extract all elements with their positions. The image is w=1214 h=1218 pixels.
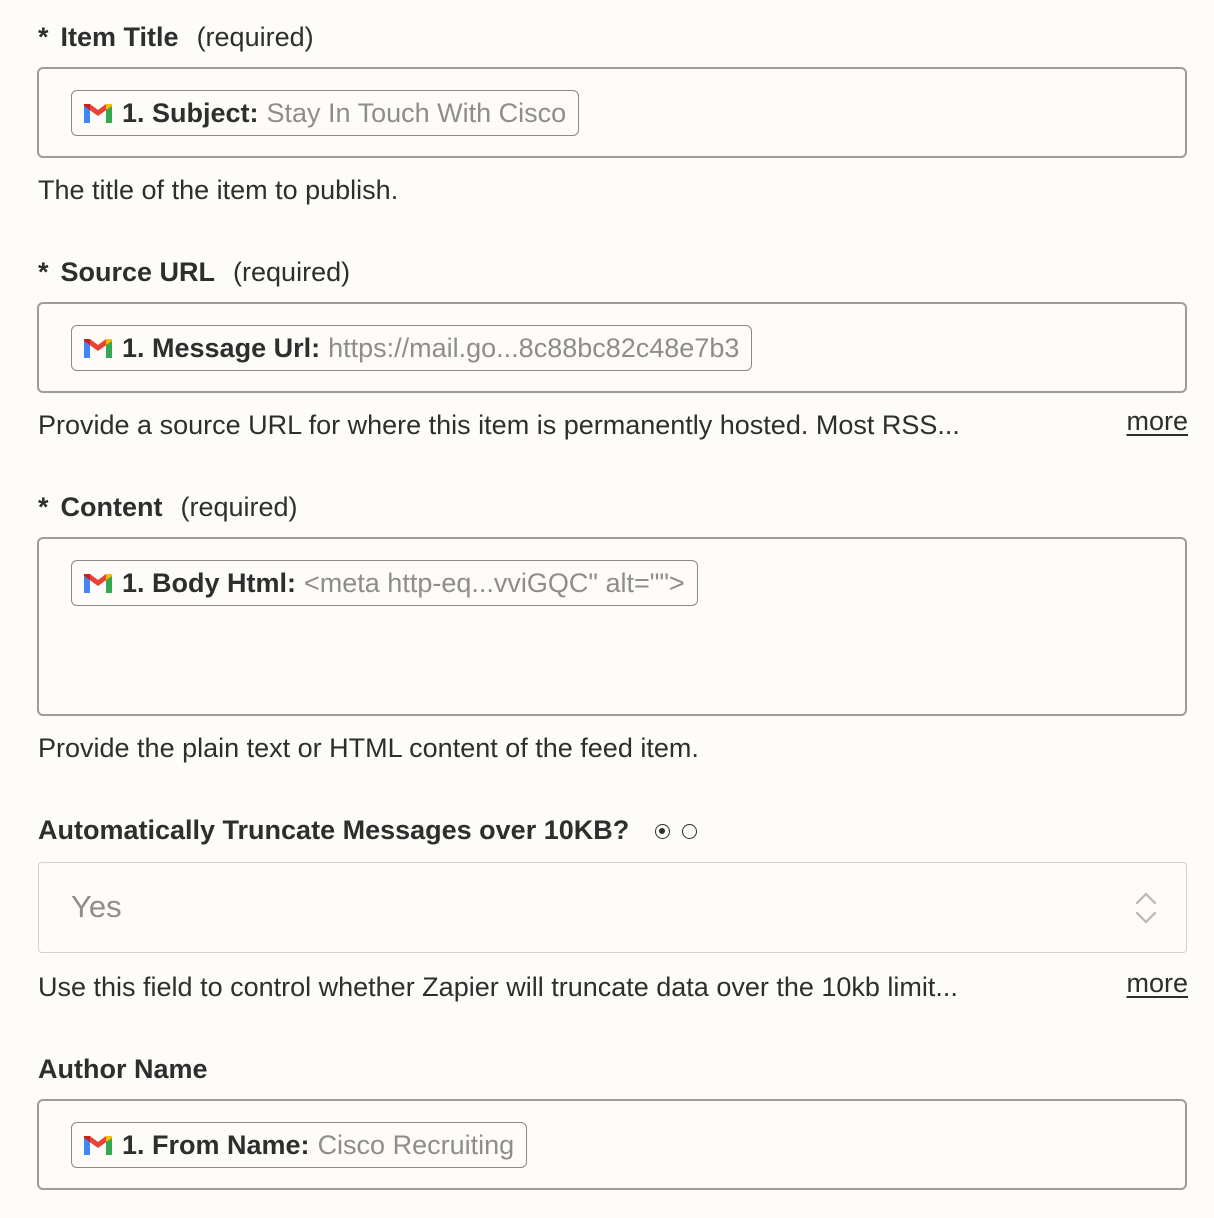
author-name-field[interactable]: 1. From Name: Cisco Recruiting — [37, 1099, 1187, 1190]
gmail-icon — [84, 1136, 112, 1155]
pill-value: Cisco Recruiting — [317, 1129, 515, 1160]
content-label: * Content (required) — [38, 492, 298, 523]
pill-key: 1. Body Html: — [122, 567, 297, 598]
source-url-label: * Source URL (required) — [38, 257, 350, 288]
required-tag: (required) — [233, 257, 351, 287]
radio-unchecked[interactable] — [681, 824, 697, 840]
source-url-help: Provide a source URL for where this item… — [38, 410, 960, 440]
gmail-icon — [84, 104, 112, 123]
author-name-label: Author Name — [38, 1054, 208, 1085]
source-url-field[interactable]: 1. Message Url: https://mail.go...8c88bc… — [37, 302, 1187, 393]
source-url-more-link[interactable]: more — [1126, 406, 1188, 437]
radio-checked[interactable] — [654, 824, 670, 840]
required-marker: * — [38, 22, 49, 52]
author-name-label-text: Author Name — [38, 1054, 208, 1084]
pill-key: 1. Subject: — [122, 97, 259, 128]
truncate-select-value: Yes — [71, 889, 122, 924]
content-pill[interactable]: 1. Body Html: <meta http-eq...vviGQC" al… — [71, 560, 698, 606]
truncate-label-text: Automatically Truncate Messages over 10K… — [38, 815, 630, 845]
pill-key: 1. Message Url: — [122, 332, 321, 363]
truncate-more-link[interactable]: more — [1126, 968, 1188, 999]
item-title-field[interactable]: 1. Subject: Stay In Touch With Cisco — [37, 67, 1187, 158]
required-marker: * — [38, 257, 49, 287]
source-url-label-text: Source URL — [60, 257, 216, 287]
item-title-label: * Item Title (required) — [38, 22, 314, 53]
item-title-label-text: Item Title — [60, 22, 179, 52]
pill-key: 1. From Name: — [122, 1129, 310, 1160]
gmail-icon — [84, 574, 112, 593]
pill-value: <meta http-eq...vviGQC" alt=""> — [304, 567, 685, 598]
source-url-pill[interactable]: 1. Message Url: https://mail.go...8c88bc… — [71, 325, 753, 371]
pill-value: https://mail.go...8c88bc82c48e7b3 — [328, 332, 740, 363]
pill-value: Stay In Touch With Cisco — [266, 97, 567, 128]
chevron-up-down-icon — [1135, 892, 1157, 924]
truncate-help: Use this field to control whether Zapier… — [38, 972, 958, 1002]
required-tag: (required) — [180, 492, 298, 522]
content-label-text: Content — [60, 492, 163, 522]
item-title-help: The title of the item to publish. — [38, 175, 399, 205]
truncate-select[interactable]: Yes — [38, 862, 1187, 953]
required-tag: (required) — [196, 22, 314, 52]
author-name-pill[interactable]: 1. From Name: Cisco Recruiting — [71, 1122, 528, 1168]
gmail-icon — [84, 339, 112, 358]
item-title-pill[interactable]: 1. Subject: Stay In Touch With Cisco — [71, 90, 580, 136]
truncate-label: Automatically Truncate Messages over 10K… — [38, 815, 709, 846]
content-help: Provide the plain text or HTML content o… — [38, 733, 699, 763]
radio-group — [654, 824, 709, 840]
content-field[interactable]: 1. Body Html: <meta http-eq...vviGQC" al… — [37, 537, 1187, 716]
required-marker: * — [38, 492, 49, 522]
